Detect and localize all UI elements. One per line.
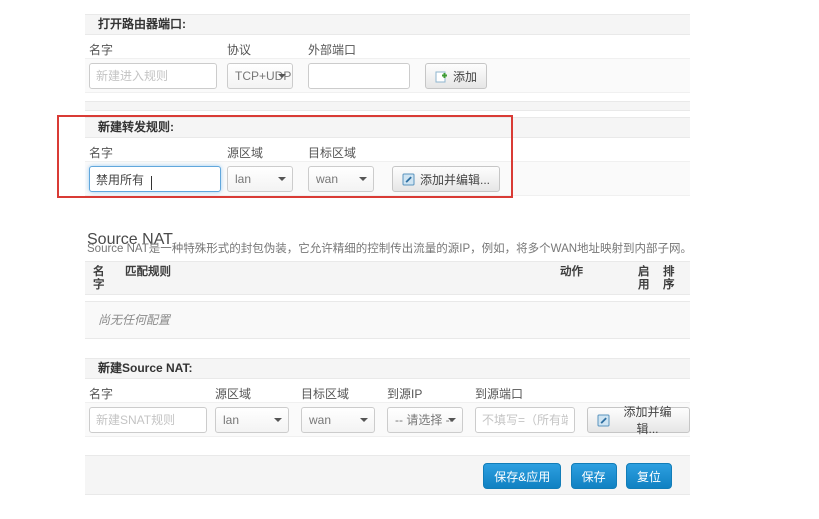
text-cursor xyxy=(151,176,152,190)
chevron-down-icon xyxy=(278,177,286,181)
add-icon xyxy=(435,70,448,83)
forward-name-cell xyxy=(89,166,221,192)
open-ports-title: 打开路由器端口: xyxy=(98,17,186,31)
destination-zone-select[interactable]: wan xyxy=(308,166,374,192)
col-label-name: 名字 xyxy=(89,385,113,402)
col-label-ext-port: 外部端口 xyxy=(308,41,356,58)
external-port-input[interactable] xyxy=(308,63,410,89)
chevron-down-icon xyxy=(448,418,456,422)
new-rule-name-cell xyxy=(89,63,217,89)
col-label-to-ip: 到源IP xyxy=(387,385,422,402)
forward-rule-name-input[interactable] xyxy=(89,166,221,192)
source-nat-description: Source NAT是一种特殊形式的封包伪装，它允许精细的控制传出流量的源IP，… xyxy=(87,240,692,256)
col-label-protocol: 协议 xyxy=(227,41,251,58)
snat-to-source-ip-value: -- 请选择 -- xyxy=(395,413,454,427)
page-content: 打开路由器端口: 名字 协议 外部端口 TCP+UDP xyxy=(85,14,690,509)
th-action: 动作 xyxy=(560,266,583,279)
snat-rule-name-input[interactable] xyxy=(89,407,207,433)
snat-create-title: 新建Source NAT: xyxy=(98,361,192,375)
snat-column-labels: 名字 源区域 目标区域 到源IP 到源端口 xyxy=(85,385,690,400)
open-ports-section-header: 打开路由器端口: xyxy=(85,14,690,35)
forward-rule-create-row: lan wan 添加并编辑... xyxy=(85,161,690,196)
destination-zone-value: wan xyxy=(316,172,338,186)
save-button[interactable]: 保存 xyxy=(571,463,617,489)
add-edit-icon xyxy=(597,414,610,427)
source-zone-select[interactable]: lan xyxy=(227,166,293,192)
col-label-src-zone: 源区域 xyxy=(227,144,263,161)
col-label-src-zone: 源区域 xyxy=(215,385,251,402)
empty-config-text: 尚无任何配置 xyxy=(98,313,170,327)
source-zone-value: lan xyxy=(235,172,251,186)
protocol-select[interactable]: TCP+UDP xyxy=(227,63,293,89)
open-ports-create-row: TCP+UDP 添加 xyxy=(85,58,690,93)
col-label-to-port: 到源端口 xyxy=(475,385,523,402)
snat-source-zone-value: lan xyxy=(223,413,239,427)
source-nat-table-header: 名字 匹配规则 动作 启用 排序 xyxy=(85,261,690,295)
snat-dest-zone-cell: wan xyxy=(301,407,375,433)
snat-src-zone-cell: lan xyxy=(215,407,289,433)
add-button-cell: 添加 xyxy=(425,63,487,89)
chevron-down-icon xyxy=(274,418,282,422)
snat-source-zone-select[interactable]: lan xyxy=(215,407,289,433)
save-apply-button[interactable]: 保存&应用 xyxy=(483,463,561,489)
ext-port-cell xyxy=(308,63,410,89)
add-edit-icon xyxy=(402,173,415,186)
th-match: 匹配规则 xyxy=(125,266,171,279)
source-nat-empty-row: 尚无任何配置 xyxy=(85,301,690,339)
col-label-name: 名字 xyxy=(89,41,113,58)
col-label-name: 名字 xyxy=(89,144,113,161)
snat-to-port-cell xyxy=(475,407,575,433)
snat-create-row: lan wan -- 请选择 -- xyxy=(85,402,690,437)
dest-zone-cell: wan xyxy=(308,166,374,192)
add-and-edit-snat-button[interactable]: 添加并编辑... xyxy=(587,407,690,433)
reset-button[interactable]: 复位 xyxy=(626,463,672,489)
chevron-down-icon xyxy=(360,418,368,422)
src-zone-cell: lan xyxy=(227,166,293,192)
th-name: 名字 xyxy=(93,266,107,292)
snat-to-source-ip-select[interactable]: -- 请选择 -- xyxy=(387,407,463,433)
snat-create-section-header: 新建Source NAT: xyxy=(85,358,690,379)
chevron-down-icon xyxy=(359,177,367,181)
th-enable: 启用 xyxy=(638,266,652,292)
firewall-settings-page: { "colors": { "primary_button": "#1588c8… xyxy=(0,0,819,519)
open-ports-column-labels: 名字 协议 外部端口 xyxy=(85,41,690,56)
add-port-rule-button[interactable]: 添加 xyxy=(425,63,487,89)
add-edit-button-label: 添加并编辑... xyxy=(420,171,490,188)
add-and-edit-forward-button[interactable]: 添加并编辑... xyxy=(392,166,500,192)
snat-name-cell xyxy=(89,407,207,433)
add-button-label: 添加 xyxy=(453,68,477,85)
protocol-cell: TCP+UDP xyxy=(227,63,293,89)
col-label-dest-zone: 目标区域 xyxy=(301,385,349,402)
forward-rule-section-header: 新建转发规则: xyxy=(85,117,690,138)
snat-destination-zone-value: wan xyxy=(309,413,331,427)
section-spacer-band xyxy=(85,101,690,111)
snat-add-edit-button-label: 添加并编辑... xyxy=(615,403,680,437)
snat-to-source-port-input[interactable] xyxy=(475,407,575,433)
new-incoming-rule-name-input[interactable] xyxy=(89,63,217,89)
th-sort: 排序 xyxy=(663,266,677,292)
add-edit-button-cell: 添加并编辑... xyxy=(392,166,500,192)
snat-add-edit-cell: 添加并编辑... xyxy=(587,407,690,433)
forward-rule-title: 新建转发规则: xyxy=(98,120,174,134)
col-label-dest-zone: 目标区域 xyxy=(308,144,356,161)
chevron-down-icon xyxy=(278,74,286,78)
forward-rule-column-labels: 名字 源区域 目标区域 xyxy=(85,144,690,159)
footer-actions-bar: 保存&应用 保存 复位 xyxy=(85,455,690,495)
snat-to-ip-cell: -- 请选择 -- xyxy=(387,407,463,433)
snat-destination-zone-select[interactable]: wan xyxy=(301,407,375,433)
